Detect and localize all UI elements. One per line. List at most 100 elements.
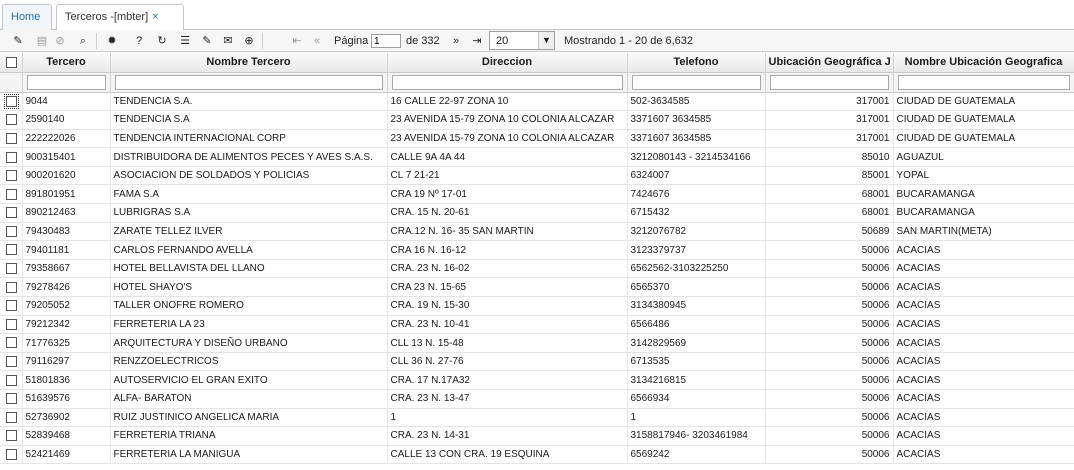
cell-nombre-tercero: DISTRIBUIDORA DE ALIMENTOS PECES Y AVES … [110, 147, 388, 167]
cell-ubicacion: 85001 [765, 166, 894, 186]
table-row[interactable]: 9044 TENDENCIA S.A. 16 CALLE 22-97 ZONA 10… [0, 92, 1074, 112]
last-page-icon[interactable]: ⇥ [469, 33, 485, 49]
column-header-ubicacion[interactable]: Ubicación Geográfica J [765, 53, 894, 73]
row-checkbox[interactable] [5, 300, 17, 312]
cell-direccion: 16 CALLE 22-97 ZONA 10 [387, 92, 628, 112]
search-icon[interactable]: ⌕ [75, 33, 91, 49]
row-checkbox[interactable] [5, 393, 17, 405]
next-page-icon[interactable]: » [448, 33, 464, 49]
row-checkbox[interactable] [5, 114, 17, 126]
filter-cell [110, 72, 388, 93]
first-page-icon[interactable]: ⇤ [289, 33, 305, 49]
close-tab-icon[interactable]: × [152, 11, 158, 23]
cell-nombre-ubicacion: ACACIAS [893, 277, 1074, 298]
filter-cell [627, 72, 766, 93]
cell-ubicacion: 68001 [765, 203, 894, 223]
row-select-cell [0, 222, 23, 242]
tab-home-label: Home [11, 11, 41, 23]
cell-ubicacion: 50006 [765, 352, 894, 372]
row-checkbox[interactable] [5, 151, 17, 163]
table-row[interactable]: 79358667 HOTEL BELLAVISTA DEL LLANO CRA. 2… [0, 259, 1074, 279]
chat-icon[interactable]: ☰ [177, 33, 193, 49]
table-body: 9044 TENDENCIA S.A. 16 CALLE 22-97 ZONA 10… [0, 92, 1074, 465]
table-row[interactable]: 890212463 LUBRIGRAS S.A CRA. 15 N. 20-61 67… [0, 203, 1074, 223]
table-row[interactable]: 891801951 FAMA S.A CRA 19 Nº 17-01 7424676 6… [0, 184, 1074, 205]
table-row[interactable]: 222222026 TENDENCIA INTERNACIONAL CORP 23 … [0, 129, 1074, 149]
table-row[interactable]: 900315401 DISTRIBUIDORA DE ALIMENTOS PECE… [0, 147, 1074, 167]
filter-nombre-tercero-input[interactable] [114, 74, 383, 90]
table-row[interactable]: 79116297 RENZZOELECTRICOS CLL 36 N. 27-76 6… [0, 352, 1074, 372]
filter-nombre-ubicacion-input[interactable] [897, 74, 1070, 90]
pin-icon[interactable]: ✎ [199, 33, 215, 49]
filter-telefono-input[interactable] [631, 74, 761, 90]
table-row[interactable]: 52839468 FERRETERIA TRIANA CRA. 23 N. 14-3… [0, 426, 1074, 446]
table-row[interactable]: 51801836 AUTOSERVICIO EL GRAN EXITO CRA. 1… [0, 370, 1074, 390]
table-row[interactable]: 79212342 FERRETERIA LA 23 CRA. 23 N. 10-41… [0, 315, 1074, 335]
tab-home[interactable]: Home [2, 4, 52, 30]
table-row[interactable]: 52421469 FERRETERIA LA MANIGUA CALLE 13 CO… [0, 445, 1074, 465]
filter-ubicacion-input[interactable] [769, 74, 889, 90]
table-row[interactable]: 900201620 ASOCIACION DE SOLDADOS Y POLICI… [0, 166, 1074, 186]
table-row[interactable]: 79205052 TALLER ONOFRE ROMERO CRA. 19 N. 1… [0, 296, 1074, 316]
table-row[interactable]: 79401181 CARLOS FERNANDO AVELLA CRA 16 N. … [0, 240, 1074, 260]
filter-cell [893, 72, 1074, 93]
table-row[interactable]: 51639576 ALFA- BARATON CRA. 23 N. 13-47 656… [0, 389, 1074, 409]
save-icon[interactable]: ▤ [34, 33, 50, 49]
cell-direccion: CRA. 23 N. 14-31 [387, 426, 628, 446]
cell-direccion: CRA. 15 N. 20-61 [387, 203, 628, 223]
cell-nombre-tercero: FERRETERIA LA 23 [110, 315, 388, 335]
mail-icon[interactable]: ✉ [220, 33, 236, 49]
row-checkbox[interactable] [5, 170, 17, 182]
page-total: de 332 [406, 35, 440, 47]
cancel-icon[interactable]: ⊘ [52, 33, 68, 49]
column-header-telefono[interactable]: Telefono [627, 53, 766, 73]
edit-icon[interactable]: ✎ [10, 33, 26, 49]
page-number-input[interactable] [371, 34, 401, 48]
column-header-nombre-tercero[interactable]: Nombre Tercero [110, 53, 388, 73]
table-row[interactable]: 79278426 HOTEL SHAYO'S CRA 23 N. 15-65 6565… [0, 277, 1074, 298]
filter-cell [765, 72, 894, 93]
row-checkbox[interactable] [5, 430, 17, 442]
row-checkbox[interactable] [5, 318, 17, 330]
chevron-down-icon[interactable]: ▼ [538, 32, 554, 49]
row-checkbox[interactable] [5, 263, 17, 275]
column-header-direccion[interactable]: Direccion [387, 53, 628, 73]
row-select-cell [0, 166, 23, 186]
settings-icon[interactable]: ✹ [104, 33, 120, 49]
row-checkbox[interactable] [5, 356, 17, 368]
table-row[interactable]: 79430483 ZARATE TELLEZ ILVER CRA.12 N. 16-… [0, 222, 1074, 242]
cell-nombre-ubicacion: ACACIAS [893, 352, 1074, 372]
select-all-checkbox[interactable] [5, 56, 17, 68]
row-checkbox[interactable] [5, 449, 17, 460]
row-checkbox[interactable] [5, 244, 17, 256]
cell-telefono: 3134380945 [627, 296, 766, 316]
cell-nombre-ubicacion: YOPAL [893, 166, 1074, 186]
column-header-tercero[interactable]: Tercero [22, 53, 111, 73]
row-checkbox[interactable] [5, 188, 17, 200]
tab-terceros[interactable]: Terceros -[mbter] × [56, 4, 184, 31]
column-header-nombre-ubicacion[interactable]: Nombre Ubicación Geografica [893, 53, 1074, 73]
row-checkbox[interactable] [5, 411, 17, 423]
row-checkbox[interactable] [5, 374, 17, 386]
page-size-select[interactable]: 20 ▼ [489, 31, 555, 50]
prev-page-icon[interactable]: « [309, 33, 325, 49]
filter-tercero-input[interactable] [26, 74, 106, 90]
add-icon[interactable]: ⊕ [241, 33, 257, 49]
row-checkbox[interactable] [5, 337, 17, 349]
table-row[interactable]: 71776325 ARQUITECTURA Y DISEÑO URBANO CLL … [0, 333, 1074, 353]
table-row[interactable]: 2590140 TENDENCIA S.A 23 AVENIDA 15-79 ZON… [0, 110, 1074, 130]
refresh-icon[interactable]: ↻ [154, 33, 170, 49]
help-icon[interactable]: ? [131, 33, 147, 49]
row-checkbox[interactable] [5, 132, 17, 144]
table-row[interactable]: 52736902 RUIZ JUSTINICO ANGELICA MARIA 1 1 5… [0, 408, 1074, 428]
cell-nombre-tercero: FERRETERIA LA MANIGUA [110, 445, 388, 465]
row-checkbox[interactable] [5, 207, 17, 219]
cell-tercero: 9044 [22, 92, 111, 112]
row-checkbox[interactable] [5, 225, 17, 237]
row-checkbox[interactable] [5, 281, 17, 293]
filter-direccion-input[interactable] [391, 74, 623, 90]
cell-ubicacion: 50006 [765, 370, 894, 390]
filter-cell [22, 72, 111, 93]
row-checkbox[interactable] [3, 93, 19, 109]
cell-ubicacion: 50006 [765, 408, 894, 428]
